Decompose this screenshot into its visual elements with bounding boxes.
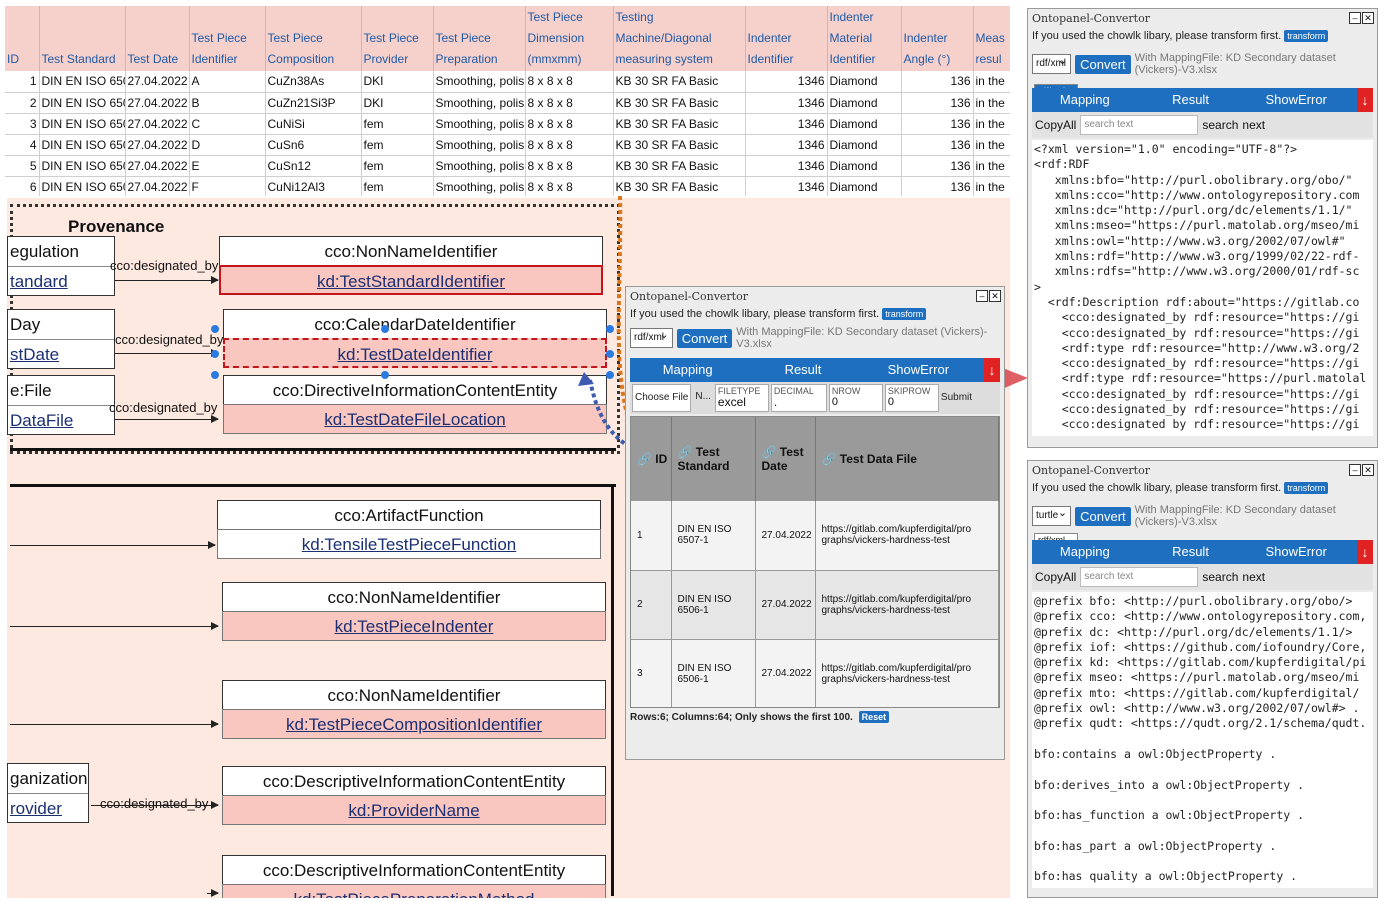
transform-button[interactable]: transform	[882, 308, 927, 320]
search-button[interactable]: search	[1202, 570, 1238, 584]
tab-mapping[interactable]: Mapping	[630, 358, 745, 382]
transform-button[interactable]: transform	[1284, 482, 1329, 494]
link-icon: 🔗	[761, 445, 780, 459]
preview-cell[interactable]: DIN EN ISO 6507-1	[671, 501, 756, 571]
copy-all-button[interactable]: CopyAll	[1035, 118, 1076, 132]
close-icon[interactable]: ✕	[1362, 464, 1374, 476]
preview-cell[interactable]: 27.04.2022	[755, 570, 816, 640]
filetype-select[interactable]: FILETYPE excel	[714, 384, 769, 412]
transform-hint: If you used the chowlk libary, please tr…	[626, 306, 1004, 322]
close-tab-icon[interactable]: ↓	[1357, 88, 1373, 112]
arrowhead	[578, 372, 594, 386]
tab-mapping[interactable]: Mapping	[1032, 88, 1138, 112]
nrow-input[interactable]: NROW 0	[828, 384, 883, 412]
panel-tabs: Mapping Result ShowError ↓	[1032, 88, 1373, 112]
close-icon[interactable]: ✕	[1362, 12, 1374, 24]
result-code[interactable]: <?xml version="1.0" encoding="UTF-8"?> <…	[1032, 140, 1373, 436]
ontopanel-converter-turtle[interactable]: Ontopanel-Convertor – ✕ If you used the c…	[1027, 460, 1378, 898]
next-button[interactable]: next	[1242, 118, 1265, 132]
preview-cell[interactable]: 1	[631, 501, 672, 571]
file-name: N...	[695, 391, 711, 402]
transform-button[interactable]: transform	[1284, 30, 1329, 42]
skiprow-input[interactable]: SKIPROW 0	[884, 384, 939, 412]
format-select[interactable]: rdf/xml	[630, 326, 673, 348]
search-row: CopyAll search text search next	[1032, 564, 1373, 590]
link-icon: 🔗	[637, 452, 656, 466]
data-preview: 🔗 ID 🔗 Test Standard 🔗 Test Date 🔗 Test Dat…	[630, 416, 1000, 708]
search-button[interactable]: search	[1202, 118, 1238, 132]
convert-row: turtle Convert With MappingFile: KD Seco…	[1028, 496, 1377, 532]
tab-result[interactable]: Result	[1138, 88, 1244, 112]
preview-row: 3 DIN EN ISO 6506-1 27.04.2022 https://gitl…	[631, 639, 999, 707]
format-select[interactable]: rdf/xml	[1032, 52, 1072, 74]
mapping-file-label: With MappingFile: KD Secondary dataset (…	[1134, 52, 1336, 76]
preview-column-header[interactable]: 🔗 Test Standard	[671, 417, 756, 501]
choose-file-button[interactable]: Choose File	[632, 384, 692, 412]
preview-column-header[interactable]: 🔗 Test Data File	[815, 417, 999, 501]
reset-button[interactable]: Reset	[858, 711, 890, 723]
preview-table: 🔗 ID 🔗 Test Standard 🔗 Test Date 🔗 Test Dat…	[631, 417, 999, 707]
file-controls: Choose File N... FILETYPE excel DECIMAL. …	[630, 382, 1000, 414]
preview-column-header[interactable]: 🔗 ID	[631, 417, 672, 501]
tab-showerror[interactable]: ShowError	[861, 358, 976, 382]
next-button[interactable]: next	[1242, 570, 1265, 584]
convert-button[interactable]: Convert	[676, 328, 733, 348]
preview-cell[interactable]: DIN EN ISO 6506-1	[671, 639, 756, 707]
convert-button[interactable]: Convert	[1075, 506, 1131, 526]
minimize-icon[interactable]: –	[1349, 464, 1361, 476]
result-code[interactable]: @prefix bfo: <http://purl.obolibrary.org…	[1032, 592, 1373, 888]
preview-row: 1 DIN EN ISO 6507-1 27.04.2022 https://gitl…	[631, 501, 999, 571]
preview-column-header[interactable]: 🔗 Test Date	[755, 417, 816, 501]
preview-row: 2 DIN EN ISO 6506-1 27.04.2022 https://gitl…	[631, 570, 999, 640]
ontopanel-converter-rdfxml[interactable]: Ontopanel-Convertor – ✕ If you used the c…	[1027, 8, 1378, 448]
preview-cell[interactable]: DIN EN ISO 6506-1	[671, 570, 756, 640]
tab-showerror[interactable]: ShowError	[1243, 540, 1349, 564]
tab-mapping[interactable]: Mapping	[1032, 540, 1138, 564]
panel-title: Ontopanel-Convertor	[1032, 12, 1150, 25]
mapping-file-label: With MappingFile: KD Secondary dataset (…	[736, 326, 988, 350]
preview-cell[interactable]: 2	[631, 570, 672, 640]
panel-title: Ontopanel-Convertor	[630, 290, 748, 303]
close-tab-icon[interactable]: ↓	[984, 358, 1000, 382]
tab-result[interactable]: Result	[1138, 540, 1244, 564]
link-icon: 🔗	[821, 452, 840, 466]
convert-row: rdf/xml Convert With MappingFile: KD Sec…	[626, 322, 1004, 354]
minimize-icon[interactable]: –	[976, 290, 988, 302]
copy-all-button[interactable]: CopyAll	[1035, 570, 1076, 584]
preview-body: 1 DIN EN ISO 6507-1 27.04.2022 https://gitl…	[631, 501, 999, 707]
close-tab-icon[interactable]: ↓	[1357, 540, 1373, 564]
window-buttons: – ✕	[1349, 12, 1374, 24]
mapping-file-label: With MappingFile: KD Secondary dataset (…	[1134, 504, 1336, 528]
link-icon: 🔗	[677, 445, 696, 459]
search-input[interactable]: search text	[1080, 115, 1199, 135]
search-input[interactable]: search text	[1080, 567, 1199, 587]
search-row: CopyAll search text search next	[1032, 112, 1373, 138]
preview-cell[interactable]: 27.04.2022	[755, 501, 816, 571]
tab-result[interactable]: Result	[745, 358, 860, 382]
preview-cell[interactable]: 27.04.2022	[755, 639, 816, 707]
preview-cell[interactable]: 3	[631, 639, 672, 707]
preview-cell[interactable]: https://gitlab.com/kupferdigital/pro gra…	[815, 639, 999, 707]
close-icon[interactable]: ✕	[989, 290, 1001, 302]
preview-cell[interactable]: https://gitlab.com/kupferdigital/pro gra…	[815, 501, 999, 571]
transform-hint: If you used the chowlk libary, please tr…	[1028, 28, 1377, 44]
preview-status: Rows:6; Columns:64; Only shows the first…	[626, 708, 1004, 726]
format-select[interactable]: turtle	[1032, 504, 1072, 526]
window-buttons: – ✕	[1349, 464, 1374, 476]
tab-showerror[interactable]: ShowError	[1243, 88, 1349, 112]
panel-tabs: Mapping Result ShowError ↓	[630, 358, 1000, 382]
ontopanel-converter-mapping[interactable]: Ontopanel-Convertor – ✕ If you used the c…	[625, 286, 1005, 760]
preview-cell[interactable]: https://gitlab.com/kupferdigital/pro gra…	[815, 570, 999, 640]
preview-header-row: 🔗 ID 🔗 Test Standard 🔗 Test Date 🔗 Test Dat…	[631, 417, 999, 501]
panel-tabs: Mapping Result ShowError ↓	[1032, 540, 1373, 564]
decimal-select[interactable]: DECIMAL.	[770, 384, 827, 412]
convert-button[interactable]: Convert	[1075, 54, 1131, 74]
panel-title: Ontopanel-Convertor	[1032, 464, 1150, 477]
minimize-icon[interactable]: –	[1349, 12, 1361, 24]
convert-row: rdf/xml Convert With MappingFile: KD Sec…	[1028, 44, 1377, 80]
transform-hint: If you used the chowlk libary, please tr…	[1028, 480, 1377, 496]
submit-button[interactable]: Submit	[941, 384, 972, 412]
window-buttons: – ✕	[976, 290, 1001, 302]
